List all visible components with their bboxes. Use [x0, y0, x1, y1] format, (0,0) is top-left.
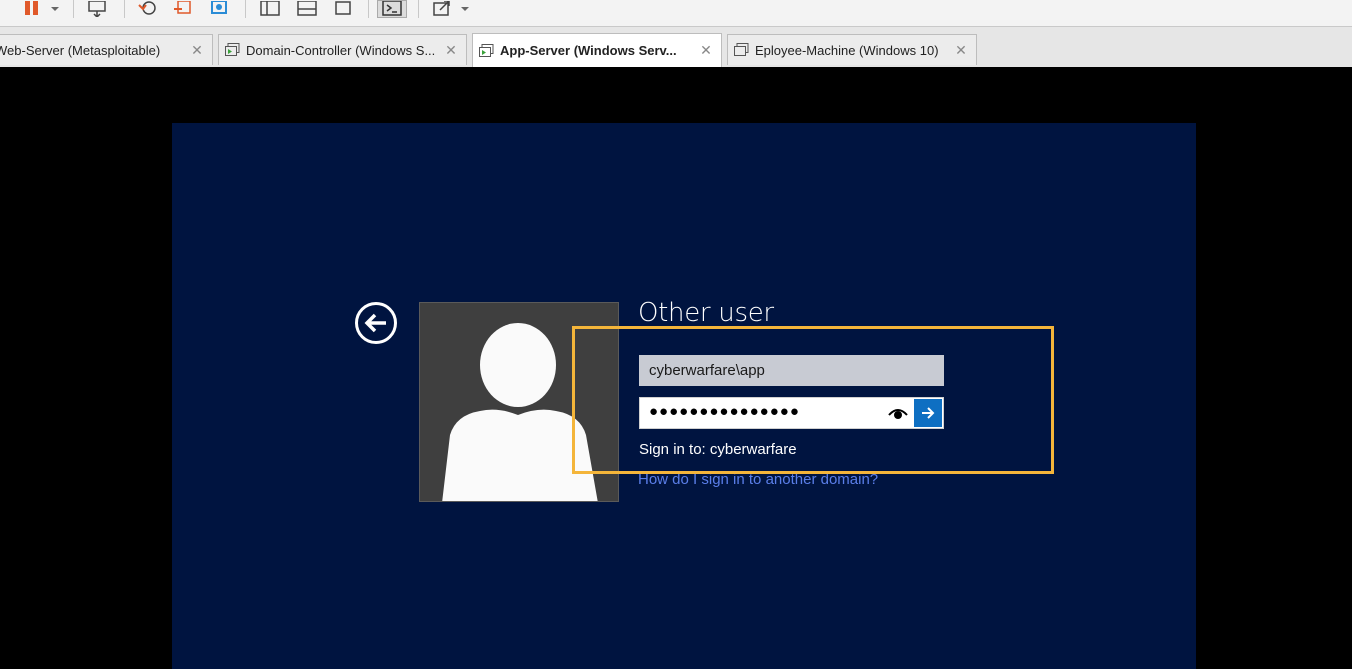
revert-icon[interactable]: [170, 0, 196, 18]
tab-app-server[interactable]: App-Server (Windows Serv... ✕: [472, 33, 722, 67]
tab-label: App-Server (Windows Serv...: [500, 43, 677, 58]
tab-label: Domain-Controller (Windows S...: [246, 42, 436, 58]
tab-web-server[interactable]: Web-Server (Metasploitable) ✕: [0, 34, 213, 65]
layout-sidebar-icon[interactable]: [257, 0, 283, 18]
tab-domain-controller[interactable]: Domain-Controller (Windows S... ✕: [218, 34, 467, 65]
close-icon[interactable]: ✕: [190, 42, 204, 59]
vm-toolbar: [0, 0, 1352, 27]
chevron-down-icon[interactable]: [48, 0, 62, 18]
highlight-box: [572, 326, 1054, 474]
close-icon[interactable]: ✕: [444, 42, 458, 59]
vm-icon: [734, 43, 749, 56]
snapshot-manager-icon[interactable]: [206, 0, 232, 18]
back-arrow-icon: [364, 313, 386, 333]
close-icon[interactable]: ✕: [699, 42, 713, 59]
fullscreen-icon[interactable]: [330, 0, 356, 18]
tab-label: Eployee-Machine (Windows 10): [755, 42, 939, 58]
snapshot-icon[interactable]: [135, 0, 161, 18]
vm-icon: [225, 43, 240, 56]
back-arrow-button[interactable]: [355, 302, 397, 344]
tab-employee-machine[interactable]: Eployee-Machine (Windows 10) ✕: [727, 34, 977, 65]
close-icon[interactable]: ✕: [954, 42, 968, 59]
layout-split-icon[interactable]: [294, 0, 320, 18]
console-icon[interactable]: [377, 0, 407, 18]
tab-label: Web-Server (Metasploitable): [0, 42, 161, 58]
chevron-down-icon[interactable]: [458, 0, 472, 18]
vm-tab-bar: Web-Server (Metasploitable) ✕ Domain-Con…: [0, 27, 1352, 67]
stretch-icon[interactable]: [428, 0, 456, 18]
send-keys-icon[interactable]: [85, 0, 111, 18]
vm-icon: [479, 43, 494, 57]
login-user-title: Other user: [638, 298, 774, 328]
pause-icon[interactable]: [18, 0, 48, 18]
